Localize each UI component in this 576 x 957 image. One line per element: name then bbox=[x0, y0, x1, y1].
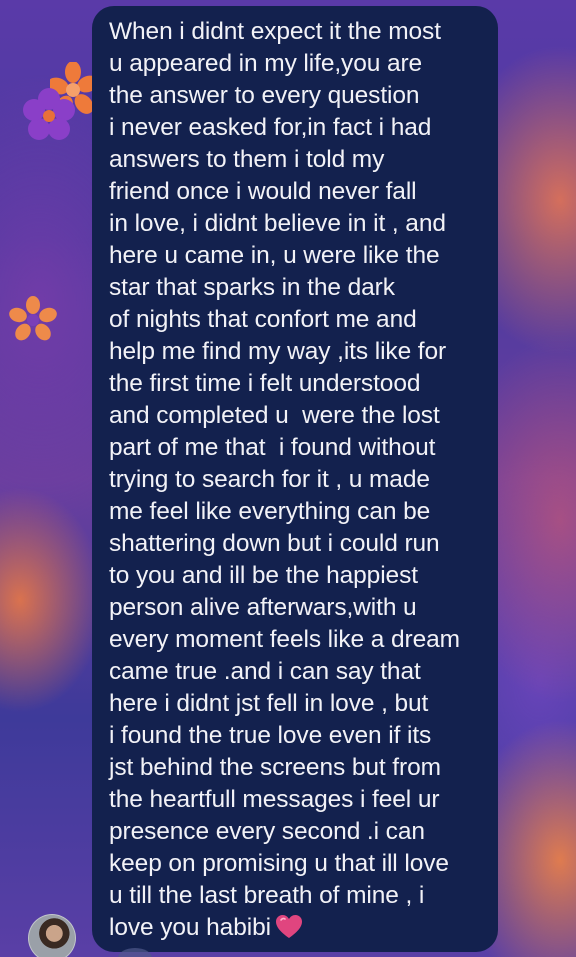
message-line: the first time i felt understood bbox=[109, 370, 421, 397]
message-line: the answer to every question bbox=[109, 82, 420, 109]
message-line: the heartfull messages i feel ur bbox=[109, 786, 440, 813]
message-line: friend once i would never fall bbox=[109, 178, 417, 205]
message-line: in love, i didnt believe in it , and bbox=[109, 210, 446, 237]
message-line: every moment feels like a dream bbox=[109, 626, 460, 653]
message-line: me feel like everything can be bbox=[109, 498, 431, 525]
message-line: trying to search for it , u made bbox=[109, 466, 430, 493]
message-text: When i didnt expect it the most u appear… bbox=[109, 16, 484, 949]
message-line: jst behind the screens but from bbox=[109, 754, 441, 781]
message-line: of nights that confort me and bbox=[109, 306, 417, 333]
heart-icon bbox=[275, 914, 303, 949]
message-line: person alive afterwars,with u bbox=[109, 594, 417, 621]
message-line: and completed u were the lost bbox=[109, 402, 440, 429]
message-bubble[interactable]: When i didnt expect it the most u appear… bbox=[92, 6, 498, 952]
message-line: here u came in, u were like the bbox=[109, 242, 440, 269]
message-line: u appeared in my life,you are bbox=[109, 50, 423, 77]
message-line: keep on promising u that ill love bbox=[109, 850, 449, 877]
message-line: part of me that i found without bbox=[109, 434, 436, 461]
flower-icon-small-orange bbox=[9, 296, 57, 341]
avatar[interactable] bbox=[28, 914, 76, 957]
flower-icon-purple bbox=[23, 88, 75, 140]
message-line: help me find my way ,its like for bbox=[109, 338, 447, 365]
message-line: i found the true love even if its bbox=[109, 722, 432, 749]
message-line: here i didnt jst fell in love , but bbox=[109, 690, 429, 717]
message-line: came true .and i can say that bbox=[109, 658, 421, 685]
message-line: star that sparks in the dark bbox=[109, 274, 395, 301]
message-line: When i didnt expect it the most bbox=[109, 18, 441, 45]
message-line: shattering down but i could run bbox=[109, 530, 440, 557]
message-line: u till the last breath of mine , i bbox=[109, 882, 425, 909]
message-line: love you habibi bbox=[109, 914, 271, 941]
message-line: i never easked for,in fact i had bbox=[109, 114, 432, 141]
message-line: to you and ill be the happiest bbox=[109, 562, 418, 589]
message-line: presence every second .i can bbox=[109, 818, 425, 845]
message-line: answers to them i told my bbox=[109, 146, 385, 173]
